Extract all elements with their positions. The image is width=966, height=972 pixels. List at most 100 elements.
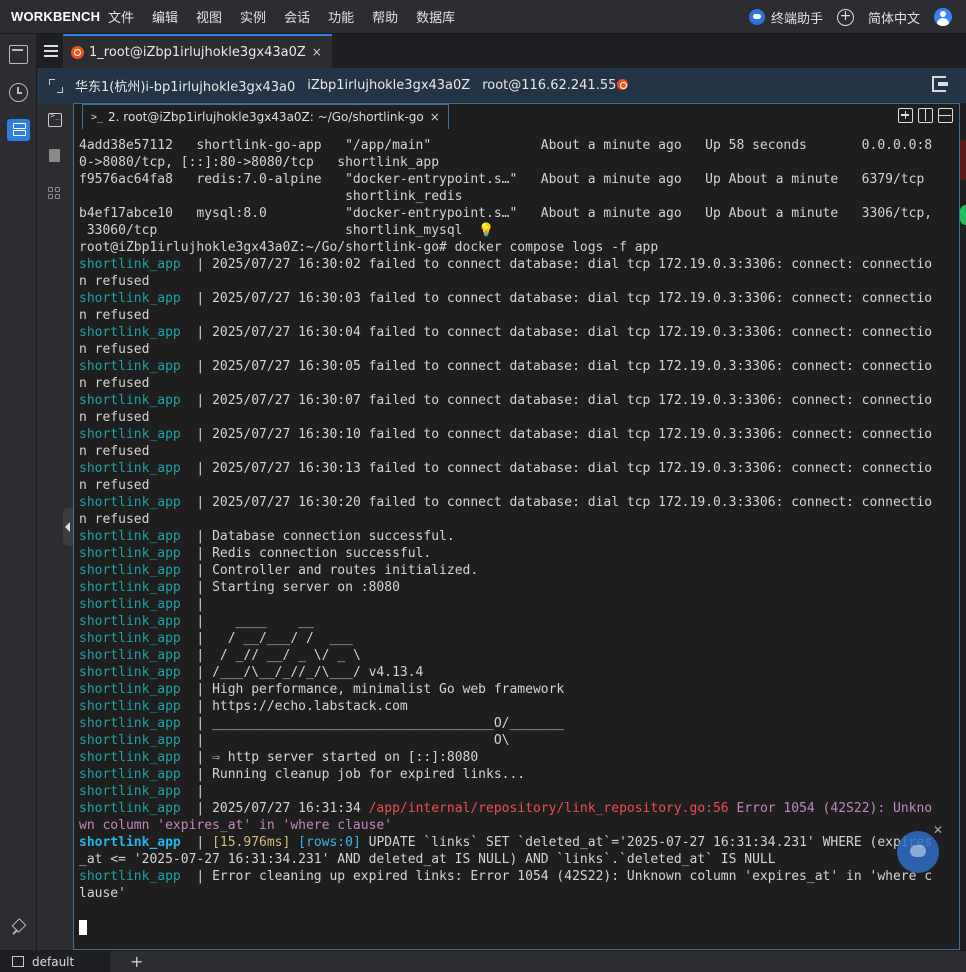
terminal-line: n refused — [79, 274, 150, 289]
menu-view[interactable]: 视图 — [196, 7, 222, 26]
terminal-cursor — [79, 920, 87, 935]
terminal-side-rail — [37, 103, 73, 950]
session-tab-label: 1_root@iZbp1irlujhokle3gx43a0Z — [89, 44, 306, 60]
terminal-line: shortlink_app | ____ __ — [79, 614, 314, 629]
menu-features[interactable]: 功能 — [328, 7, 354, 26]
terminal-line: shortlink_app | O\ — [79, 733, 510, 748]
terminal-line: shortlink_app | Controller and routes in… — [79, 563, 479, 578]
lightbulb-icon[interactable]: 💡 — [478, 223, 494, 238]
terminal-line: shortlink_app | High performance, minima… — [79, 682, 565, 697]
assistant-label: 终端助手 — [770, 11, 823, 27]
workspace-tab[interactable]: default — [0, 950, 110, 972]
prompt-icon: >_ — [91, 111, 104, 123]
ubuntu-icon — [617, 79, 629, 90]
menu-database[interactable]: 数据库 — [416, 7, 455, 26]
terminal-line: shortlink_app | Redis connection success… — [79, 546, 432, 561]
terminal-line: shortlink_app | Starting server on :8080 — [79, 580, 400, 595]
terminal-tab-bar: >_ 2. root@iZbp1irlujhokle3gx43a0Z: ~/Go… — [74, 104, 959, 129]
terminal-line: shortlink_app | Error cleaning up expire… — [79, 869, 933, 884]
terminal-tab-label: 2. root@iZbp1irlujhokle3gx43a0Z: ~/Go/sh… — [108, 110, 424, 124]
terminal-line: b4ef17abce10 mysql:8.0 "docker-entrypoin… — [79, 206, 933, 221]
terminal-line: shortlink_app | 2025/07/27 16:30:07 fail… — [79, 393, 933, 408]
add-workspace-icon[interactable]: + — [130, 952, 143, 971]
terminal-line: shortlink_app | — [79, 597, 213, 612]
terminal-tab[interactable]: >_ 2. root@iZbp1irlujhokle3gx43a0Z: ~/Go… — [82, 104, 449, 129]
terminal-line: shortlink_app | 2025/07/27 16:30:03 fail… — [79, 291, 933, 306]
terminal-cursor-line — [79, 919, 953, 936]
terminal-line: n refused — [79, 342, 150, 357]
terminal-line: n refused — [79, 512, 150, 527]
status-bar: default + — [0, 950, 966, 972]
terminal-line: shortlink_app | / _// __/ _ \/ _ \ — [79, 648, 361, 663]
terminal-line: shortlink_app | 2025/07/27 16:30:02 fail… — [79, 257, 933, 272]
terminal-line: shortlink_redis — [79, 189, 463, 204]
terminal-output[interactable]: 4add38e57112 shortlink-go-app "/app/main… — [79, 137, 953, 945]
terminal-line: shortlink_app | 2025/07/27 16:30:04 fail… — [79, 325, 933, 340]
add-circle-icon[interactable]: + — [836, 8, 854, 26]
instance-region: 华东1(杭州)i-bp1irlujhokle3gx43a0 — [75, 80, 296, 95]
app-brand: WORKBENCH — [11, 9, 101, 24]
terminal-line: shortlink_app | — [79, 784, 213, 799]
terminal-line: shortlink_app | 2025/07/27 16:31:34 /app… — [79, 801, 933, 816]
session-list-icon[interactable] — [37, 34, 63, 68]
terminal-icon — [12, 956, 24, 967]
terminal-line: _at <= '2025-07-27 16:31:34.231' AND del… — [79, 852, 776, 867]
document-icon[interactable] — [49, 149, 60, 162]
terminal-line: n refused — [79, 376, 150, 391]
terminal-line: shortlink_app | /___/\__/_//_/\___/ v4.1… — [79, 665, 424, 680]
history-icon[interactable] — [9, 83, 28, 102]
menu-file[interactable]: 文件 — [108, 7, 134, 26]
terminal-prompt-line: root@iZbp1irlujhokle3gx43a0Z:~/Go/shortl… — [79, 240, 659, 255]
terminal-icon[interactable] — [48, 111, 62, 127]
terminal-line: shortlink_app | 2025/07/27 16:30:10 fail… — [79, 427, 933, 442]
terminal-line: shortlink_app | Database connection succ… — [79, 529, 455, 544]
terminal-line: lause' — [79, 886, 126, 901]
terminal-line: n refused — [79, 410, 150, 425]
terminal-line: shortlink_app | / __/___/ / ___ — [79, 631, 353, 646]
assistant-icon — [748, 9, 765, 25]
session-tab[interactable]: 1_root@iZbp1irlujhokle3gx43a0Z × — [63, 34, 332, 68]
instance-login: root@116.62.241.55 — [482, 78, 633, 93]
user-avatar-icon[interactable] — [934, 8, 952, 26]
session-tab-close-icon[interactable]: × — [312, 45, 322, 59]
pin-icon[interactable] — [9, 918, 28, 937]
terminal-assistant-button[interactable]: 终端助手 — [748, 8, 823, 27]
menu-help[interactable]: 帮助 — [372, 7, 398, 26]
split-vertical-icon[interactable] — [918, 108, 933, 123]
terminal-line: shortlink_app | ________________________… — [79, 716, 565, 731]
terminal-tab-close-icon[interactable]: × — [430, 110, 440, 124]
terminal-line: shortlink_app | 2025/07/27 16:30:20 fail… — [79, 495, 933, 510]
terminal-line: n refused — [79, 308, 150, 323]
terminal-line: 33060/tcp shortlink_mysql 💡 — [79, 223, 495, 238]
terminal-line: shortlink_app | [15.976ms] [rows:0] UPDA… — [79, 835, 933, 850]
expand-icon[interactable] — [49, 78, 63, 93]
terminal-line: shortlink_app | 2025/07/27 16:30:13 fail… — [79, 461, 933, 476]
terminal-panel: >_ 2. root@iZbp1irlujhokle3gx43a0Z: ~/Go… — [73, 103, 960, 950]
floating-close-icon[interactable]: ✕ — [933, 823, 943, 837]
menu-session[interactable]: 会话 — [284, 7, 310, 26]
terminal-line: n refused — [79, 444, 150, 459]
menu-edit[interactable]: 编辑 — [152, 7, 178, 26]
terminal-line: n refused — [79, 478, 150, 493]
terminal-line: shortlink_app | https://echo.labstack.co… — [79, 699, 408, 714]
apps-icon[interactable] — [48, 187, 62, 201]
language-selector[interactable]: 简体中文 — [868, 8, 920, 27]
terminal-line: wn column 'expires_at' in 'where clause' — [79, 818, 393, 833]
instance-info-bar: 华东1(杭州)i-bp1irlujhokle3gx43a0 iZbp1irluj… — [37, 68, 966, 103]
terminal-line: 4add38e57112 shortlink-go-app "/app/main… — [79, 138, 933, 153]
disconnect-icon[interactable] — [932, 76, 948, 92]
edge-indicator-green — [960, 205, 966, 225]
menu-instance[interactable]: 实例 — [240, 7, 266, 26]
edge-indicator — [960, 140, 966, 180]
floating-assistant-button[interactable] — [897, 831, 939, 873]
terminal-line: f9576ac64fa8 redis:7.0-alpine "docker-en… — [79, 172, 925, 187]
file-manager-icon[interactable] — [9, 45, 28, 64]
new-terminal-icon[interactable] — [898, 108, 913, 123]
server-list-icon[interactable] — [7, 119, 30, 141]
collapse-panel-icon[interactable] — [63, 508, 73, 546]
terminal-line: shortlink_app | Running cleanup job for … — [79, 767, 526, 782]
split-horizontal-icon[interactable] — [938, 108, 953, 123]
terminal-line: shortlink_app | 2025/07/27 16:30:05 fail… — [79, 359, 933, 374]
ubuntu-icon — [71, 45, 84, 59]
